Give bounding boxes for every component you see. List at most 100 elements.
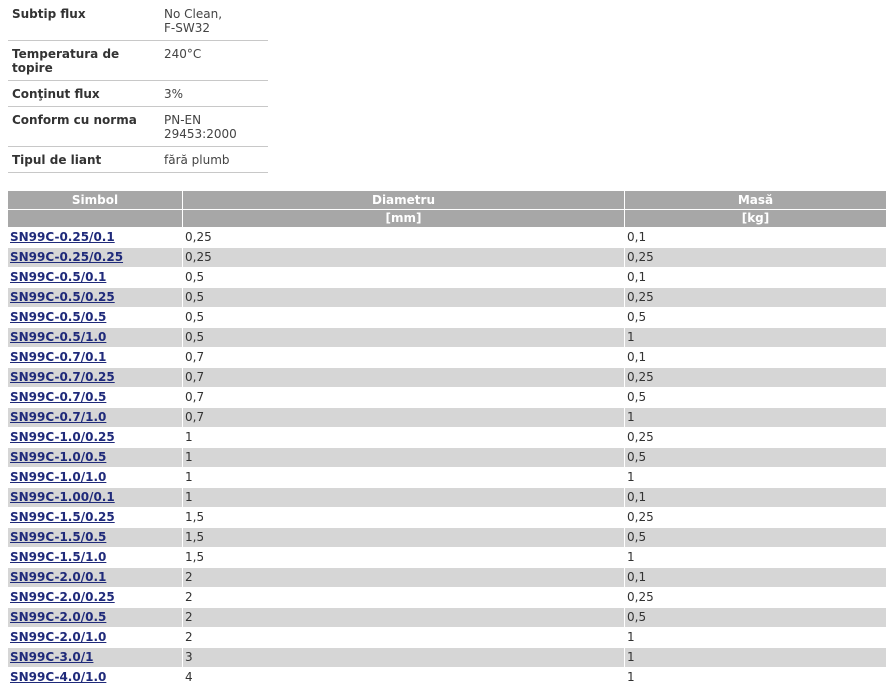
cell-diameter: 0,7: [183, 407, 625, 427]
cell-mass: 1: [625, 327, 886, 347]
product-link[interactable]: SN99C-0.5/0.1: [10, 270, 106, 284]
cell-diameter: 2: [183, 607, 625, 627]
product-link[interactable]: SN99C-3.0/1: [10, 650, 93, 664]
cell-diameter: 1: [183, 427, 625, 447]
table-row: SN99C-2.0/0.1 2 0,1: [8, 567, 886, 587]
cell-mass: 1: [625, 467, 886, 487]
column-header-diameter: Diametru: [183, 191, 625, 209]
cell-symbol: SN99C-2.0/0.5: [8, 607, 183, 627]
product-link[interactable]: SN99C-1.5/0.25: [10, 510, 115, 524]
table-row: SN99C-0.25/0.25 0,25 0,25: [8, 247, 886, 267]
product-link[interactable]: SN99C-0.5/1.0: [10, 330, 106, 344]
table-row: SN99C-4.0/1.0 4 1: [8, 667, 886, 687]
cell-mass: 0,5: [625, 447, 886, 467]
unit-mass: [kg]: [625, 209, 886, 227]
cell-mass: 1: [625, 627, 886, 647]
product-link[interactable]: SN99C-0.25/0.25: [10, 250, 123, 264]
product-link[interactable]: SN99C-1.0/1.0: [10, 470, 106, 484]
cell-symbol: SN99C-0.7/0.25: [8, 367, 183, 387]
cell-symbol: SN99C-0.7/0.5: [8, 387, 183, 407]
cell-diameter: 1: [183, 467, 625, 487]
cell-mass: 0,1: [625, 267, 886, 287]
cell-diameter: 1: [183, 447, 625, 467]
table-row: SN99C-0.5/0.1 0,5 0,1: [8, 267, 886, 287]
cell-diameter: 2: [183, 627, 625, 647]
product-link[interactable]: SN99C-1.5/0.5: [10, 530, 106, 544]
cell-diameter: 0,25: [183, 247, 625, 267]
product-link[interactable]: SN99C-0.7/1.0: [10, 410, 106, 424]
spec-label: Subtip flux: [8, 0, 160, 41]
cell-mass: 0,1: [625, 487, 886, 507]
product-link[interactable]: SN99C-2.0/0.5: [10, 610, 106, 624]
table-row: SN99C-3.0/1 3 1: [8, 647, 886, 667]
spec-value: PN-EN 29453:2000: [160, 106, 268, 147]
product-link[interactable]: SN99C-2.0/0.25: [10, 590, 115, 604]
cell-mass: 0,25: [625, 287, 886, 307]
product-link[interactable]: SN99C-0.7/0.1: [10, 350, 106, 364]
cell-diameter: 0,5: [183, 327, 625, 347]
unit-diameter: [mm]: [183, 209, 625, 227]
product-link[interactable]: SN99C-0.5/0.5: [10, 310, 106, 324]
table-row: SN99C-1.00/0.1 1 0,1: [8, 487, 886, 507]
table-row: SN99C-0.25/0.1 0,25 0,1: [8, 227, 886, 247]
table-row: SN99C-0.7/0.1 0,7 0,1: [8, 347, 886, 367]
cell-symbol: SN99C-0.5/0.5: [8, 307, 183, 327]
product-link[interactable]: SN99C-0.5/0.25: [10, 290, 115, 304]
cell-diameter: 0,5: [183, 307, 625, 327]
table-row: SN99C-2.0/1.0 2 1: [8, 627, 886, 647]
product-link[interactable]: SN99C-4.0/1.0: [10, 670, 106, 684]
cell-mass: 0,25: [625, 427, 886, 447]
cell-mass: 0,5: [625, 307, 886, 327]
cell-mass: 1: [625, 547, 886, 567]
cell-symbol: SN99C-4.0/1.0: [8, 667, 183, 687]
table-row: SN99C-1.0/0.5 1 0,5: [8, 447, 886, 467]
cell-mass: 1: [625, 407, 886, 427]
cell-diameter: 1,5: [183, 527, 625, 547]
spec-label: Conţinut flux: [8, 80, 160, 107]
product-link[interactable]: SN99C-2.0/0.1: [10, 570, 106, 584]
product-link[interactable]: SN99C-1.0/0.25: [10, 430, 115, 444]
product-link[interactable]: SN99C-1.5/1.0: [10, 550, 106, 564]
table-row: SN99C-0.7/0.5 0,7 0,5: [8, 387, 886, 407]
spec-row: Conform cu norma PN-EN 29453:2000: [8, 106, 268, 147]
cell-mass: 1: [625, 667, 886, 687]
cell-diameter: 0,5: [183, 287, 625, 307]
cell-mass: 0,5: [625, 607, 886, 627]
cell-symbol: SN99C-2.0/1.0: [8, 627, 183, 647]
cell-diameter: 1,5: [183, 547, 625, 567]
product-link[interactable]: SN99C-1.0/0.5: [10, 450, 106, 464]
spec-label: Temperatura de topire: [8, 40, 160, 81]
cell-symbol: SN99C-0.25/0.25: [8, 247, 183, 267]
cell-symbol: SN99C-1.5/0.25: [8, 507, 183, 527]
spec-label: Tipul de liant: [8, 146, 160, 173]
table-row: SN99C-1.0/1.0 1 1: [8, 467, 886, 487]
cell-mass: 0,25: [625, 367, 886, 387]
spec-value: 3%: [160, 80, 268, 107]
cell-symbol: SN99C-0.5/1.0: [8, 327, 183, 347]
cell-mass: 0,5: [625, 387, 886, 407]
product-link[interactable]: SN99C-1.00/0.1: [10, 490, 115, 504]
cell-diameter: 1: [183, 487, 625, 507]
cell-diameter: 0,7: [183, 347, 625, 367]
spec-row: Tipul de liant fără plumb: [8, 146, 268, 173]
cell-diameter: 0,25: [183, 227, 625, 247]
cell-symbol: SN99C-1.5/0.5: [8, 527, 183, 547]
table-row: SN99C-0.7/0.25 0,7 0,25: [8, 367, 886, 387]
table-row: SN99C-0.5/1.0 0,5 1: [8, 327, 886, 347]
cell-symbol: SN99C-1.5/1.0: [8, 547, 183, 567]
product-link[interactable]: SN99C-2.0/1.0: [10, 630, 106, 644]
cell-mass: 0,1: [625, 347, 886, 367]
table-row: SN99C-2.0/0.25 2 0,25: [8, 587, 886, 607]
product-link[interactable]: SN99C-0.7/0.25: [10, 370, 115, 384]
units-row: [mm] [kg]: [8, 209, 886, 227]
cell-symbol: SN99C-0.5/0.25: [8, 287, 183, 307]
spec-value: 240°C: [160, 40, 268, 81]
column-header-symbol: Simbol: [8, 191, 183, 209]
product-link[interactable]: SN99C-0.7/0.5: [10, 390, 106, 404]
cell-symbol: SN99C-1.0/1.0: [8, 467, 183, 487]
table-row: SN99C-1.5/0.25 1,5 0,25: [8, 507, 886, 527]
cell-diameter: 1,5: [183, 507, 625, 527]
table-row: SN99C-0.5/0.5 0,5 0,5: [8, 307, 886, 327]
product-link[interactable]: SN99C-0.25/0.1: [10, 230, 115, 244]
table-row: SN99C-1.0/0.25 1 0,25: [8, 427, 886, 447]
